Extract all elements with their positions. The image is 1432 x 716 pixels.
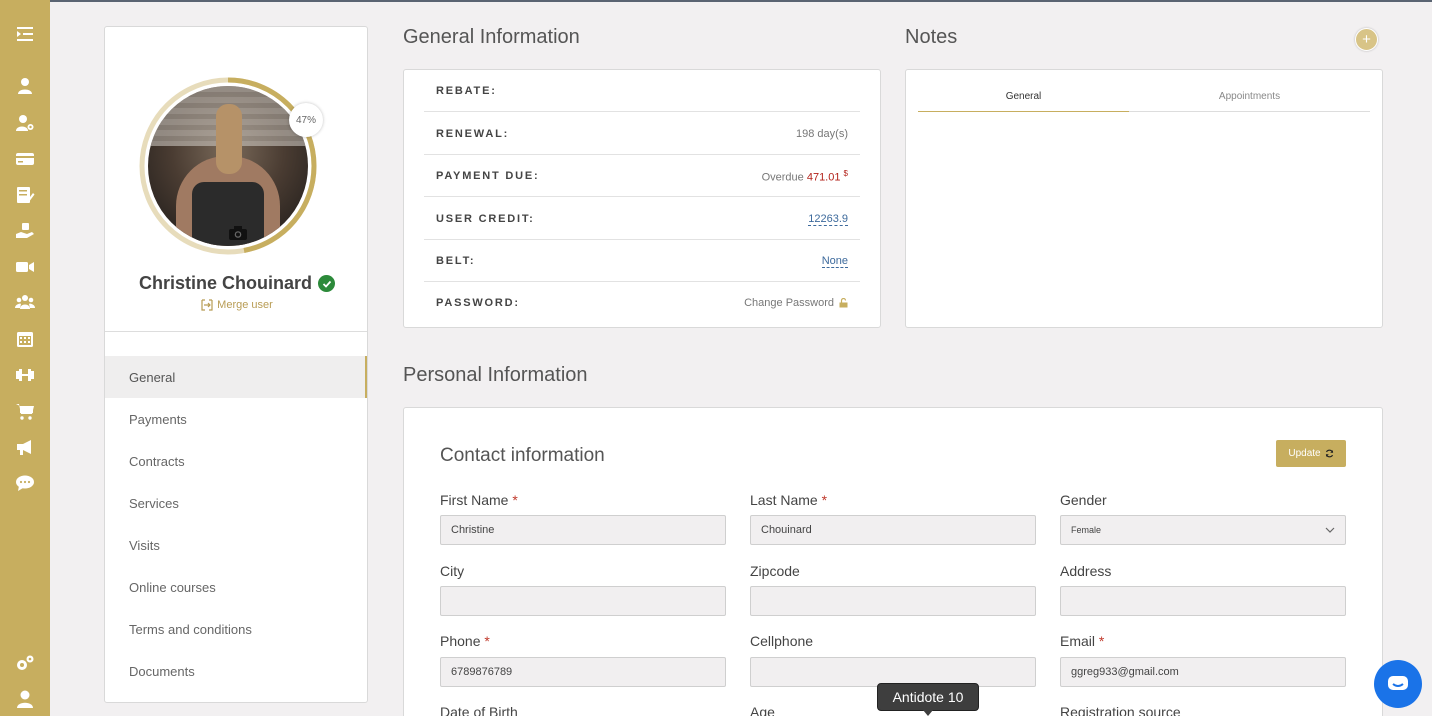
profile-nav-contracts[interactable]: Contracts [105, 440, 367, 482]
registration-source-label: Registration source [1060, 704, 1181, 716]
megaphone-icon[interactable] [13, 436, 37, 458]
password-row: PASSWORD: Change Password [424, 282, 860, 324]
unlock-icon [839, 298, 848, 308]
verified-check-icon [318, 275, 335, 292]
add-note-button[interactable]: + [1355, 28, 1378, 51]
belt-row: BELT: None [424, 240, 860, 282]
update-label: Update [1288, 448, 1321, 459]
user-icon[interactable] [13, 75, 37, 97]
tab-notes-general[interactable]: General [918, 82, 1129, 112]
merge-user-label: Merge user [217, 299, 273, 311]
chat-bubble-icon[interactable] [13, 472, 37, 494]
city-label: City [440, 563, 465, 579]
dumbbell-icon[interactable] [13, 364, 37, 386]
payment-due-row: PAYMENT DUE: Overdue 471.01 $ [424, 155, 860, 197]
rebate-row: REBATE: [424, 70, 860, 112]
payment-due-status: Overdue [761, 171, 804, 184]
general-info-title: General Information [403, 26, 580, 48]
renewal-value: 198 day(s) [796, 128, 848, 140]
user-settings-icon[interactable] [13, 112, 37, 134]
user-credit-value[interactable]: 12263.9 [808, 213, 848, 226]
last-name-label: Last Name * [750, 492, 828, 508]
user-credit-label: USER CREDIT: [436, 213, 535, 225]
update-button[interactable]: Update [1276, 440, 1346, 467]
phone-input[interactable]: 6789876789 [440, 657, 726, 687]
chevron-down-icon [1325, 527, 1335, 533]
last-name-input[interactable]: Chouinard [750, 515, 1036, 545]
general-info-card: REBATE: RENEWAL: 198 day(s) PAYMENT DUE:… [403, 69, 881, 328]
first-name-label: First Name * [440, 492, 518, 508]
belt-value[interactable]: None [821, 255, 848, 268]
personal-info-card: Contact information Update First Name * … [403, 407, 1383, 716]
notes-title: Notes [905, 26, 958, 48]
gender-select[interactable]: Female [1060, 515, 1346, 545]
shopping-cart-icon[interactable] [13, 400, 37, 422]
personal-info-title: Personal Information [403, 364, 588, 386]
payment-due-label: PAYMENT DUE: [436, 170, 540, 182]
chat-launcher-button[interactable] [1374, 660, 1422, 708]
credit-card-icon[interactable] [13, 148, 37, 170]
hand-gift-icon[interactable] [13, 220, 37, 242]
email-input[interactable]: ggreg933@gmail.com [1060, 657, 1346, 687]
profile-name: Christine Chouinard [138, 273, 312, 293]
phone-label: Phone * [440, 633, 490, 649]
gender-value: Female [1071, 525, 1102, 535]
refresh-icon [1325, 449, 1333, 458]
contact-info-title: Contact information [440, 445, 605, 466]
camera-icon[interactable] [229, 226, 247, 240]
profile-nav-services[interactable]: Services [105, 482, 367, 524]
payment-due-currency: $ [843, 168, 848, 178]
avatar[interactable]: 47% [137, 75, 323, 257]
email-label: Email * [1060, 633, 1105, 649]
first-name-input[interactable]: Christine [440, 515, 726, 545]
profile-divider [105, 331, 367, 332]
tooltip: Antidote 10 [877, 683, 979, 716]
renewal-row: RENEWAL: 198 day(s) [424, 113, 860, 155]
profile-nav-payments[interactable]: Payments [105, 398, 367, 440]
users-group-icon[interactable] [13, 291, 37, 313]
address-label: Address [1060, 563, 1112, 579]
video-camera-icon[interactable] [13, 256, 37, 278]
zipcode-label: Zipcode [750, 563, 800, 579]
chat-icon [1388, 676, 1408, 690]
profile-nav-terms[interactable]: Terms and conditions [105, 608, 367, 650]
zipcode-input[interactable] [750, 586, 1036, 616]
address-input[interactable] [1060, 586, 1346, 616]
profile-nav-general[interactable]: General [105, 356, 367, 398]
change-password-label: Change Password [744, 297, 834, 309]
password-label: PASSWORD: [436, 297, 520, 309]
merge-user-link[interactable]: Merge user [105, 299, 369, 311]
rebate-label: REBATE: [436, 85, 497, 97]
notes-card: General Appointments [905, 69, 1383, 328]
user-credit-row: USER CREDIT: 12263.9 [424, 198, 860, 240]
profile-nav-online-courses[interactable]: Online courses [105, 566, 367, 608]
gender-label: Gender [1060, 492, 1107, 508]
profile-card: 47% Christine Chouinard Merge user Gener… [104, 26, 368, 703]
tab-notes-appointments[interactable]: Appointments [1129, 82, 1370, 112]
calendar-icon[interactable] [13, 328, 37, 350]
edit-document-icon[interactable] [13, 184, 37, 206]
age-label: Age [750, 704, 775, 716]
side-rail [0, 0, 50, 716]
renewal-label: RENEWAL: [436, 128, 510, 140]
change-password-link[interactable]: Change Password [744, 297, 848, 309]
cellphone-label: Cellphone [750, 633, 814, 649]
payment-due-value-group: Overdue 471.01 $ [762, 169, 848, 184]
city-input[interactable] [440, 586, 726, 616]
profile-nav: General Payments Contracts Services Visi… [105, 356, 367, 692]
avatar-photo [148, 86, 308, 246]
dob-label: Date of Birth [440, 704, 518, 716]
profile-nav-documents[interactable]: Documents [105, 650, 367, 692]
payment-due-amount: 471.01 [806, 171, 841, 184]
belt-label: BELT: [436, 255, 476, 267]
profile-nav-visits[interactable]: Visits [105, 524, 367, 566]
settings-gears-icon[interactable] [13, 652, 37, 674]
profile-name-row: Christine Chouinard [105, 273, 369, 294]
completion-percent: 47% [289, 103, 323, 137]
top-border [0, 0, 1432, 2]
collapse-menu-icon[interactable] [13, 23, 37, 45]
merge-icon [201, 299, 213, 311]
account-icon[interactable] [13, 688, 37, 710]
